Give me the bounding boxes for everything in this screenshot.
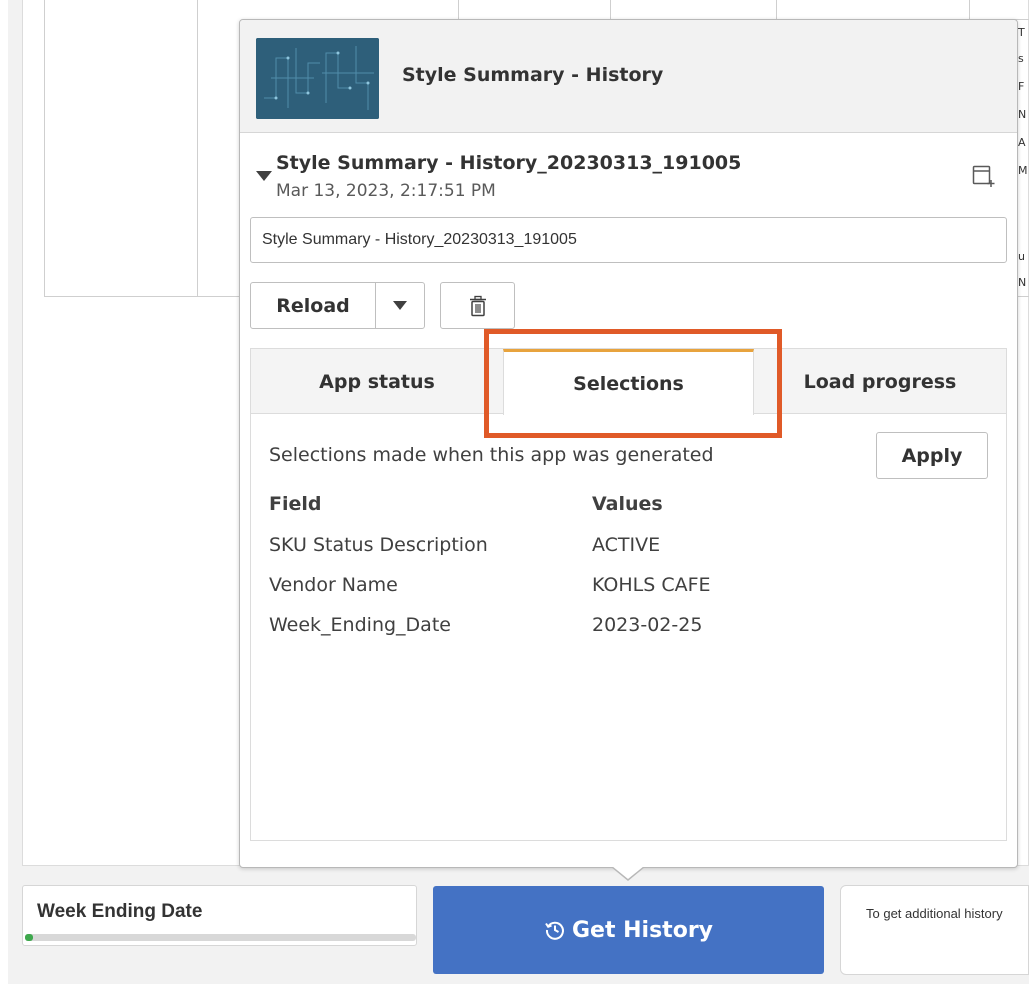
history-clock-icon xyxy=(545,921,564,940)
table-divider xyxy=(776,0,777,20)
history-info-card: To get additional history xyxy=(840,885,1029,975)
get-history-label: Get History xyxy=(571,917,714,943)
table-divider xyxy=(969,0,970,20)
app-title: Style Summary - History xyxy=(402,64,664,86)
selection-progress-track xyxy=(25,934,416,941)
reload-split-button: Reload xyxy=(250,282,425,329)
clipped-cell-text: F xyxy=(1018,80,1025,93)
open-new-sheet-icon[interactable] xyxy=(971,164,995,188)
delete-button[interactable] xyxy=(440,282,515,329)
tab-app-status[interactable]: App status xyxy=(251,349,503,414)
apply-button[interactable]: Apply xyxy=(876,432,988,479)
selection-field: Vendor Name xyxy=(269,574,398,596)
trash-icon xyxy=(469,295,486,316)
reload-dropdown-button[interactable] xyxy=(376,283,424,328)
tab-load-progress[interactable]: Load progress xyxy=(754,349,1006,414)
selection-value: 2023-02-25 xyxy=(592,614,703,636)
table-divider xyxy=(197,0,198,297)
field-column-header: Field xyxy=(269,493,322,515)
history-info-text: To get additional history xyxy=(866,906,1003,921)
clipped-cell-text: M xyxy=(1018,164,1028,177)
app-thumbnail-image xyxy=(256,38,379,119)
app-thumbnail xyxy=(256,38,379,119)
clipped-cell-text: A xyxy=(1018,136,1026,149)
get-history-button[interactable]: Get History xyxy=(433,886,824,974)
popup-header: Style Summary - History xyxy=(240,20,1017,133)
selections-caption: Selections made when this app was genera… xyxy=(269,444,714,466)
version-date: Mar 13, 2023, 2:17:51 PM xyxy=(276,181,496,201)
table-divider xyxy=(610,0,611,20)
annotation-highlight xyxy=(484,329,782,438)
clipped-cell-text: N xyxy=(1018,276,1027,289)
values-column-header: Values xyxy=(592,493,663,515)
popup-pointer xyxy=(612,866,644,879)
selection-value: ACTIVE xyxy=(592,534,661,556)
selection-field: Week_Ending_Date xyxy=(269,614,451,636)
app-history-popup: Style Summary - History Style Summary - … xyxy=(239,19,1018,868)
version-name: Style Summary - History_20230313_191005 xyxy=(276,152,742,174)
clipped-cell-text: T xyxy=(1018,26,1025,39)
chevron-down-icon xyxy=(393,301,407,310)
table-divider xyxy=(458,0,459,20)
collapse-caret-icon[interactable] xyxy=(256,171,272,181)
clipped-cell-text: N xyxy=(1018,108,1027,121)
selection-field: SKU Status Description xyxy=(269,534,488,556)
reload-button[interactable]: Reload xyxy=(251,283,376,328)
week-ending-date-title: Week Ending Date xyxy=(37,901,203,922)
clipped-cell-text: s xyxy=(1018,52,1024,65)
version-name-input[interactable] xyxy=(250,217,1007,263)
selection-progress-fill xyxy=(25,934,33,941)
selection-value: KOHLS CAFE xyxy=(592,574,711,596)
week-ending-date-filter[interactable]: Week Ending Date xyxy=(22,885,417,946)
clipped-cell-text: u xyxy=(1018,250,1025,263)
